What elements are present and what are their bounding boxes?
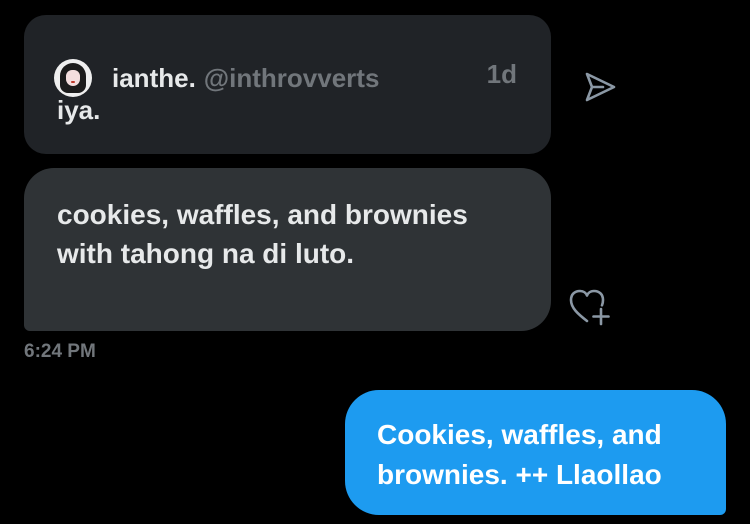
outgoing-message-text: Cookies, waffles, and brownies. ++ Llaol… xyxy=(377,419,662,490)
incoming-message-bubble[interactable]: cookies, waffles, and brownies with taho… xyxy=(24,168,551,331)
quoted-author-handle[interactable]: @inthrovverts xyxy=(204,63,380,94)
quoted-message-time: 1d xyxy=(486,59,517,89)
quoted-message-card[interactable]: ianthe. @inthrovverts 1d iya. xyxy=(24,15,551,154)
quoted-message-text: iya. xyxy=(57,95,101,125)
send-icon xyxy=(585,72,616,102)
message-timestamp: 6:24 PM xyxy=(24,341,96,362)
user-avatar-icon[interactable] xyxy=(54,59,92,97)
share-button[interactable] xyxy=(580,67,620,107)
quoted-message-header: ianthe. @inthrovverts xyxy=(54,59,379,97)
quoted-author-name[interactable]: ianthe. xyxy=(112,63,196,94)
outgoing-message-bubble[interactable]: Cookies, waffles, and brownies. ++ Llaol… xyxy=(345,390,726,515)
heart-plus-icon xyxy=(569,289,610,326)
add-reaction-button[interactable] xyxy=(568,287,614,327)
incoming-message-text: cookies, waffles, and brownies with taho… xyxy=(57,199,468,269)
